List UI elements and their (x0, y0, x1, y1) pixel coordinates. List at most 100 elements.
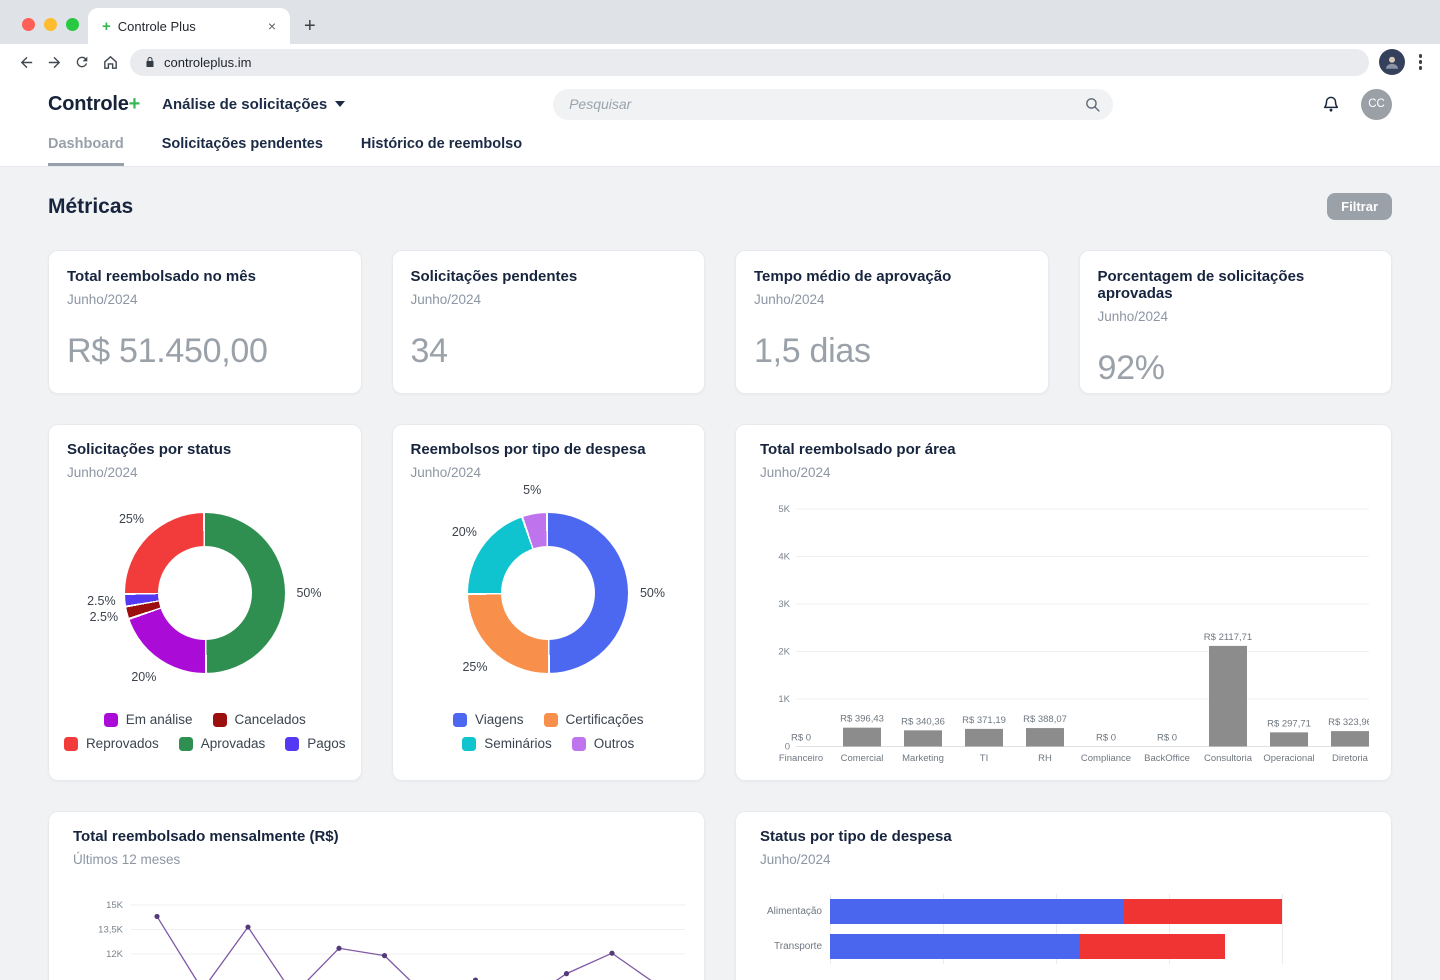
card-value: 1,5 dias (754, 332, 1030, 371)
legend-item-outros[interactable]: Outros (572, 736, 635, 751)
chart-card-status-por-tipo: Status por tipo de despesa Junho/2024 Al… (735, 811, 1392, 980)
page-title: Métricas (48, 195, 133, 219)
donut-percent-label: 50% (640, 586, 665, 600)
tab-historico-de-reembolso[interactable]: Histórico de reembolso (361, 128, 522, 166)
browser-menu-button[interactable] (1413, 50, 1429, 74)
legend-swatch (285, 737, 299, 751)
card-title: Tempo médio de aprovação (754, 268, 1030, 285)
legend-item-reprovados[interactable]: Reprovados (64, 736, 159, 751)
app-logo: Controle+ (48, 93, 140, 116)
home-button[interactable] (96, 48, 124, 76)
chart-card-reembolsos-por-tipo: Reembolsos por tipo de despesa Junho/202… (392, 424, 706, 781)
forward-button[interactable] (40, 48, 68, 76)
legend-label: Outros (594, 736, 635, 751)
hbar-row-label: Alimentação (760, 906, 822, 917)
donut-percent-label: 2.5% (90, 610, 119, 624)
legend-swatch (462, 737, 476, 751)
svg-text:BackOffice: BackOffice (1144, 753, 1190, 764)
legend-label: Reprovados (86, 736, 159, 751)
donut-percent-label: 50% (296, 586, 321, 600)
svg-text:0: 0 (785, 742, 790, 753)
svg-text:Marketing: Marketing (902, 753, 944, 764)
close-window-button[interactable] (22, 18, 35, 31)
donut-percent-label: 20% (131, 670, 156, 684)
legend-item-em-an-lise[interactable]: Em análise (104, 712, 193, 727)
home-icon (102, 54, 119, 71)
svg-text:R$ 340,36: R$ 340,36 (901, 716, 945, 727)
chart-legend: Viagens Certificações Seminários Outros (411, 712, 687, 751)
tab-dashboard[interactable]: Dashboard (48, 128, 124, 166)
fullscreen-window-button[interactable] (66, 18, 79, 31)
search-bar[interactable] (553, 89, 1113, 120)
close-tab-icon[interactable]: × (264, 16, 280, 36)
card-period: Junho/2024 (67, 292, 343, 307)
dashboard-main: Métricas Filtrar Total reembolsado no mê… (0, 167, 1440, 980)
person-icon (1383, 53, 1401, 71)
legend-item-semin-rios[interactable]: Seminários (462, 736, 552, 751)
hbar-segment-1 (1079, 934, 1226, 959)
window-controls (22, 18, 79, 31)
back-button[interactable] (12, 48, 40, 76)
context-dropdown[interactable]: Análise de solicitações (162, 96, 345, 113)
legend-swatch (453, 713, 467, 727)
search-icon[interactable] (1084, 96, 1101, 113)
svg-text:1K: 1K (778, 694, 790, 705)
hbar-row-alimenta-o: Alimentação (760, 899, 1367, 924)
legend-label: Viagens (475, 712, 524, 727)
chart-subtitle: Junho/2024 (760, 852, 1367, 867)
chart-title: Total reembolsado por área (760, 441, 1367, 458)
donut-ring (468, 513, 628, 673)
chart-card-total-por-area: Total reembolsado por área Junho/2024 5K… (735, 424, 1392, 781)
filter-button[interactable]: Filtrar (1327, 193, 1392, 220)
notifications-bell-icon[interactable] (1321, 94, 1341, 114)
legend-swatch (104, 713, 118, 727)
legend-item-aprovadas[interactable]: Aprovadas (179, 736, 266, 751)
metric-card-total-reembolsado: Total reembolsado no mês Junho/2024 R$ 5… (48, 250, 362, 394)
legend-item-viagens[interactable]: Viagens (453, 712, 524, 727)
card-period: Junho/2024 (1098, 309, 1374, 324)
area-bar-chart: 5K4K3K2K1K0R$ 0FinanceiroR$ 396,43Comerc… (760, 494, 1369, 766)
search-input[interactable] (569, 96, 1084, 112)
user-avatar[interactable]: CC (1361, 89, 1392, 120)
logo-plus-icon: + (129, 93, 140, 115)
hbar-track (830, 899, 1367, 924)
browser-profile-avatar[interactable] (1379, 49, 1405, 75)
app-nav: Dashboard Solicitações pendentes Históri… (0, 128, 1440, 167)
hbar-track (830, 934, 1367, 959)
svg-text:12K: 12K (106, 949, 124, 960)
card-value: 92% (1098, 349, 1374, 388)
chart-card-reembolso-mensal: Total reembolsado mensalmente (R$) Últim… (48, 811, 705, 980)
legend-item-certifica-es[interactable]: Certificações (544, 712, 644, 727)
card-period: Junho/2024 (754, 292, 1030, 307)
card-title: Total reembolsado no mês (67, 268, 343, 285)
svg-text:R$ 371,19: R$ 371,19 (962, 715, 1006, 726)
status-donut-chart: 50%20%2.5%2.5%25% (67, 482, 343, 706)
favicon-plus-icon: + (102, 18, 111, 35)
legend-item-cancelados[interactable]: Cancelados (213, 712, 306, 727)
card-value: R$ 51.450,00 (67, 332, 343, 371)
forward-arrow-icon (46, 54, 63, 71)
lock-icon (144, 55, 156, 69)
address-bar[interactable]: controleplus.im (130, 49, 1369, 76)
tab-solicitacoes-pendentes[interactable]: Solicitações pendentes (162, 128, 323, 166)
donut-percent-label: 20% (452, 525, 477, 539)
back-arrow-icon (18, 54, 35, 71)
svg-text:Consultoria: Consultoria (1204, 753, 1253, 764)
chart-legend: Em análise Cancelados Reprovados Aprovadas P… (67, 712, 343, 751)
chart-subtitle: Junho/2024 (411, 465, 687, 480)
svg-text:4K: 4K (778, 552, 790, 563)
legend-swatch (64, 737, 78, 751)
svg-text:Diretoria: Diretoria (1332, 753, 1369, 764)
svg-text:Financeiro: Financeiro (779, 753, 823, 764)
legend-swatch (213, 713, 227, 727)
new-tab-button[interactable]: + (304, 16, 316, 36)
reload-button[interactable] (68, 48, 96, 76)
svg-text:R$ 2117,71: R$ 2117,71 (1204, 632, 1252, 643)
gridline (1282, 894, 1283, 929)
legend-item-pagos[interactable]: Pagos (285, 736, 345, 751)
minimize-window-button[interactable] (44, 18, 57, 31)
svg-text:5K: 5K (778, 504, 790, 515)
hbar-segment-0 (830, 899, 1124, 924)
browser-tab[interactable]: + Controle Plus × (88, 8, 290, 44)
chart-card-solicitacoes-por-status: Solicitações por status Junho/2024 50%20… (48, 424, 362, 781)
